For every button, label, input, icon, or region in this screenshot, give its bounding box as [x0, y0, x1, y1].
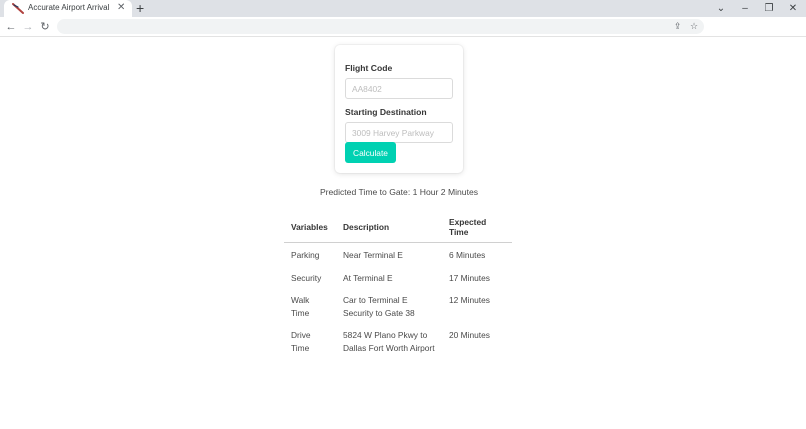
table-row: Drive Time 5824 W Plano Pkwy to Dallas F…: [284, 323, 512, 358]
bookmark-star-icon[interactable]: ☆: [690, 20, 698, 33]
tab-title: Accurate Airport Arrival: [28, 3, 110, 12]
table-header-row: Variables Description Expected Time: [284, 213, 512, 243]
flight-code-label: Flight Code: [345, 63, 393, 73]
starting-destination-input[interactable]: [345, 122, 453, 143]
cell-variable: Parking: [291, 250, 320, 260]
flight-code-input[interactable]: [345, 78, 453, 99]
cell-description: At Terminal E: [336, 266, 442, 289]
page-content: Flight Code Starting Destination Calcula…: [0, 38, 806, 429]
share-icon[interactable]: ⇪: [674, 20, 682, 33]
calculate-button[interactable]: Calculate: [345, 142, 396, 163]
cell-expected-time: 6 Minutes: [449, 250, 486, 260]
address-bar[interactable]: ⇪ ☆: [57, 19, 704, 34]
browser-tab-strip: Accurate Airport Arrival ✕ + ⌄ – ❐ ✕: [0, 0, 806, 17]
description-line: 5824 W Plano Pkwy to: [343, 330, 428, 340]
cell-variable: Walk Time: [291, 295, 310, 318]
forward-button[interactable]: →: [20, 19, 36, 35]
cell-description: Near Terminal E: [336, 243, 442, 266]
cell-variable: Drive Time: [291, 330, 311, 353]
tab-close-icon[interactable]: ✕: [117, 2, 125, 14]
header-expected-time: Expected Time: [442, 213, 512, 243]
description-line: Car to Terminal E: [343, 295, 408, 305]
cell-variable: Security: [291, 272, 322, 283]
browser-toolbar: ← → ↻ ⇪ ☆: [0, 17, 806, 37]
restore-window-button[interactable]: ❐: [757, 0, 781, 17]
header-description: Description: [336, 213, 442, 243]
table-row: Walk Time Car to Terminal E Security to …: [284, 288, 512, 323]
cell-expected-time: 12 Minutes: [449, 295, 490, 305]
airplane-icon: [12, 3, 24, 14]
description-line: Security to Gate 38: [343, 307, 415, 318]
new-tab-button[interactable]: +: [136, 0, 144, 17]
cell-description: Car to Terminal E Security to Gate 38: [336, 288, 442, 323]
results-table: Variables Description Expected Time Park…: [284, 213, 512, 358]
cell-expected-time: 20 Minutes: [449, 330, 490, 340]
back-button[interactable]: ←: [3, 19, 19, 35]
description-line: At Terminal E: [343, 272, 393, 283]
description-line: Dallas Fort Worth Airport: [343, 342, 435, 353]
table-row: Security At Terminal E 17 Minutes: [284, 266, 512, 289]
cell-description: 5824 W Plano Pkwy to Dallas Fort Worth A…: [336, 323, 442, 358]
description-line: Near Terminal E: [343, 250, 403, 260]
predicted-time-text: Predicted Time to Gate: 1 Hour 2 Minutes: [319, 187, 479, 197]
header-variables: Variables: [284, 213, 336, 243]
minimize-window-button[interactable]: –: [733, 0, 757, 17]
table-row: Parking Near Terminal E 6 Minutes: [284, 243, 512, 266]
reload-button[interactable]: ↻: [37, 19, 53, 35]
tab-search-icon[interactable]: ⌄: [709, 0, 733, 17]
close-window-button[interactable]: ✕: [781, 0, 805, 17]
starting-destination-label: Starting Destination: [345, 107, 427, 117]
cell-expected-time: 17 Minutes: [449, 272, 490, 283]
flight-form-card: Flight Code Starting Destination Calcula…: [335, 45, 463, 173]
browser-tab[interactable]: Accurate Airport Arrival ✕: [4, 0, 132, 17]
